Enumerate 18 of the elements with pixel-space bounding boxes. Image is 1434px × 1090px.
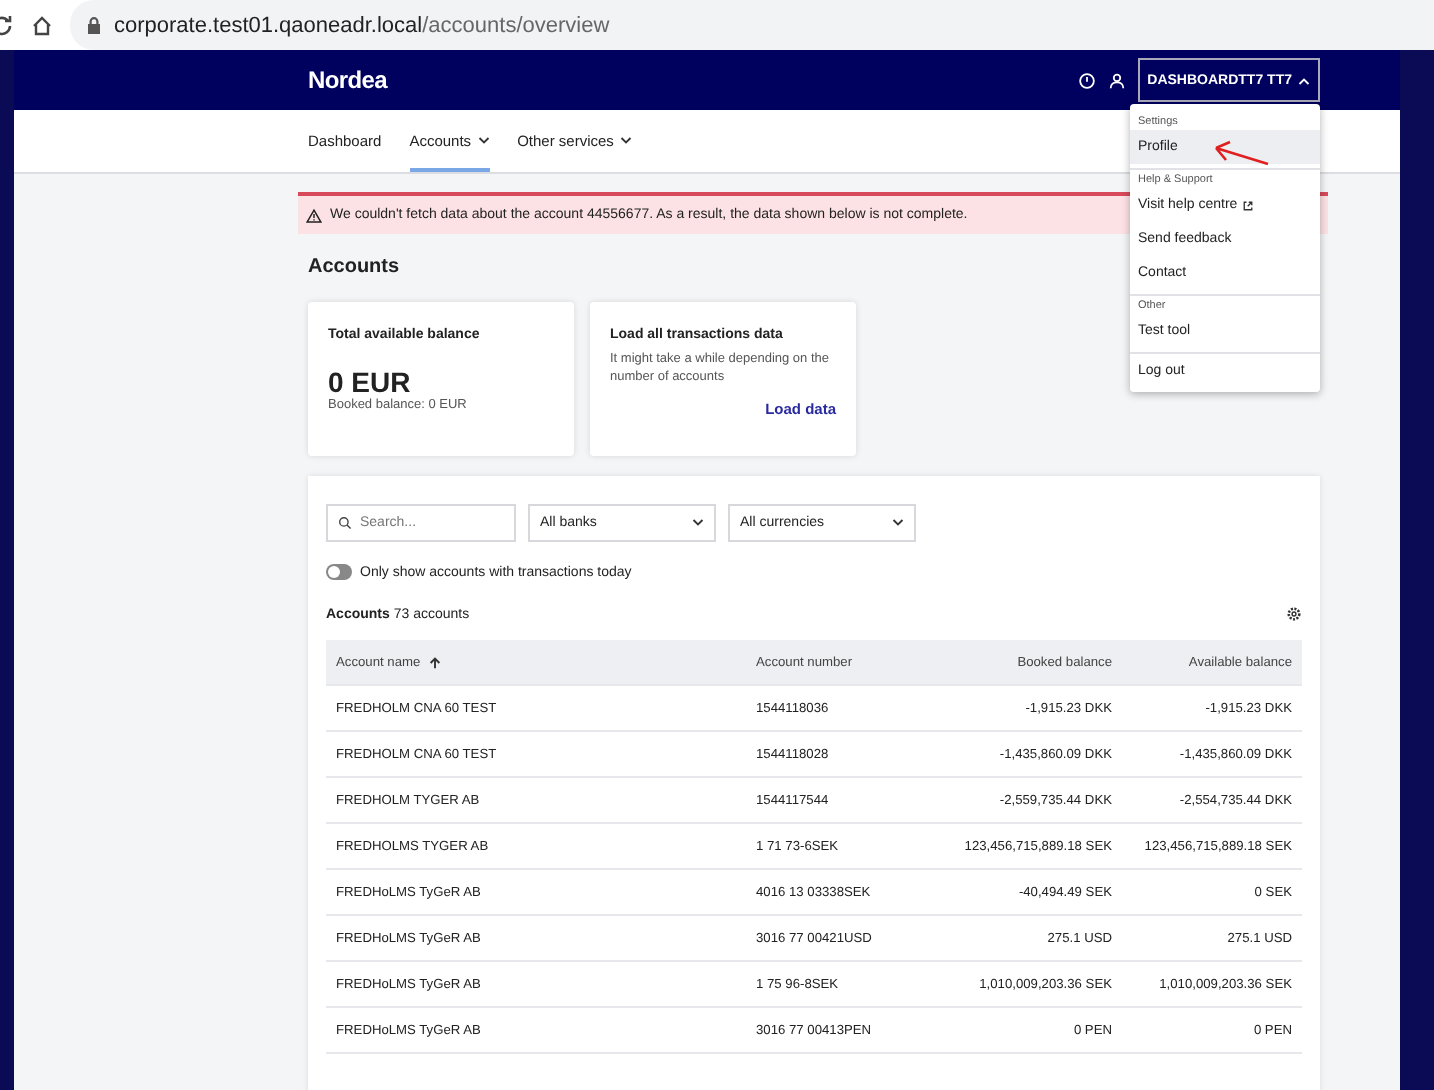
address-bar[interactable]: corporate.test01.qaoneadr.local/accounts/overview	[70, 0, 1434, 50]
settings-icon[interactable]	[1286, 606, 1302, 622]
chevron-icon	[892, 518, 904, 528]
help-icon[interactable]	[1077, 71, 1096, 89]
sort-arrow-icon[interactable]	[428, 655, 443, 669]
chevron-icon	[1298, 75, 1310, 85]
toggle-switch[interactable]	[326, 564, 352, 580]
balance-amount: 0 EUR	[328, 366, 413, 398]
logo[interactable]: Nordea	[308, 66, 388, 94]
annotation-arrow	[1210, 140, 1270, 168]
user-icon[interactable]	[1107, 71, 1126, 89]
chevron-icon	[692, 518, 704, 528]
page-title: Accounts	[308, 256, 400, 278]
lock-icon	[86, 15, 102, 35]
home-icon[interactable]	[30, 13, 54, 37]
warning-icon	[306, 207, 322, 223]
search-icon	[338, 516, 352, 530]
url-text: corporate.test01.qaoneadr.local/accounts/overview	[114, 13, 610, 37]
